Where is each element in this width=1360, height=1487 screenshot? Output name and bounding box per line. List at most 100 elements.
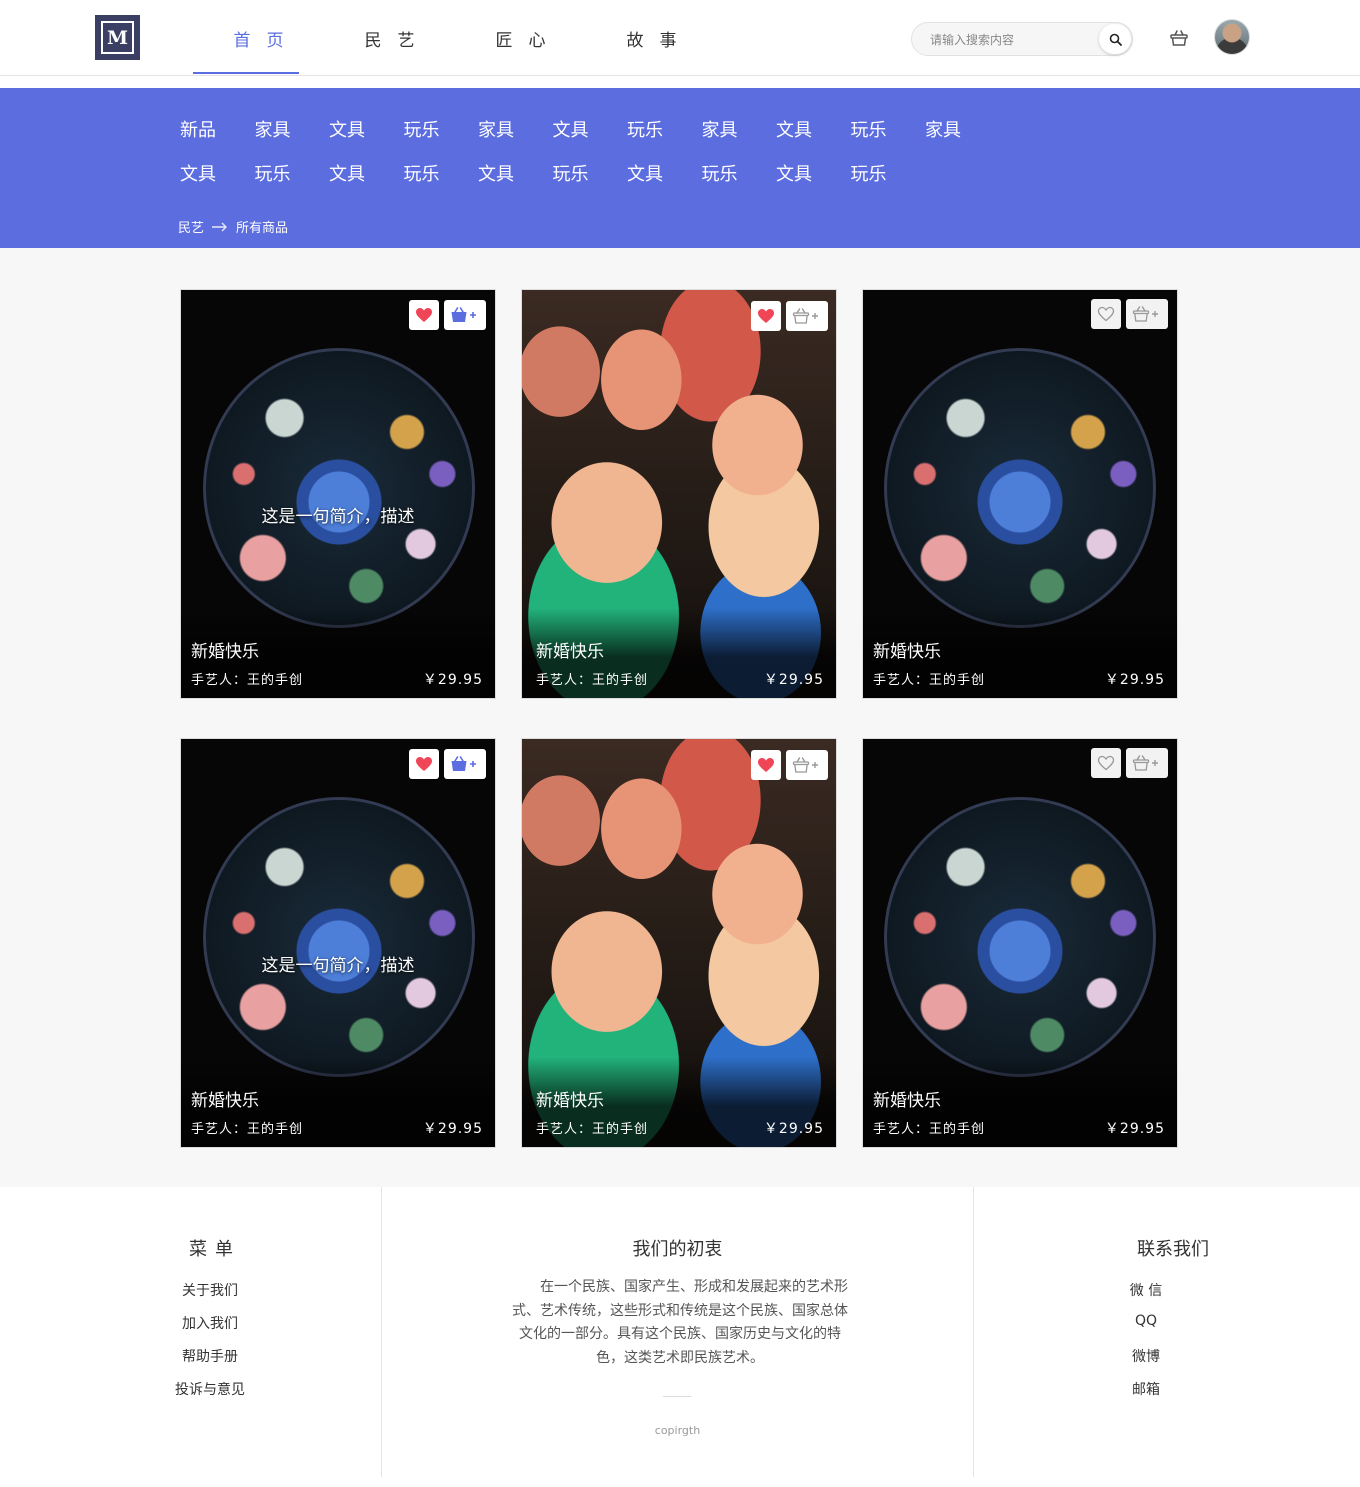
shopping-basket-button[interactable] (1168, 27, 1190, 49)
heart-filled-icon (758, 309, 774, 323)
product-card[interactable]: 这是一句简介，描述 新婚快乐 手艺人：王的手创 ￥29.95 (180, 738, 496, 1148)
add-to-cart-button[interactable] (786, 301, 828, 331)
product-card[interactable]: 新婚快乐 手艺人：王的手创 ￥29.95 (521, 289, 837, 699)
basket-plus-icon (792, 757, 818, 773)
favorite-button[interactable] (1091, 299, 1121, 329)
category-item[interactable]: 玩乐 (702, 160, 777, 186)
category-item[interactable]: 玩乐 (404, 160, 479, 186)
category-item[interactable]: 文具 (329, 160, 404, 186)
product-maker: 手艺人：王的手创 (873, 1122, 986, 1137)
product-maker: 手艺人：王的手创 (536, 1122, 649, 1137)
top-header: M 首页 民艺 匠心 故事 (0, 0, 1360, 76)
category-item[interactable]: 文具 (329, 116, 404, 142)
category-item[interactable]: 文具 (553, 116, 628, 142)
product-price: ￥29.95 (763, 1121, 824, 1137)
search-button[interactable] (1099, 24, 1131, 54)
basket-filled-plus-icon (451, 307, 476, 322)
category-item[interactable]: 玩乐 (851, 116, 926, 142)
product-name: 新婚快乐 (191, 642, 259, 662)
category-item[interactable]: 文具 (776, 160, 851, 186)
product-card[interactable]: 这是一句简介，描述 新婚快乐 手艺人：王的手创 ￥29.95 (180, 289, 496, 699)
product-blurb: 这是一句简介，描述 (261, 507, 415, 527)
arrow-right-icon (212, 222, 228, 232)
nav-stories[interactable]: 故事 (586, 0, 717, 76)
main-nav: 首页 民艺 匠心 故事 (193, 0, 717, 76)
footer-mission-title: 我们的初衷 (632, 1239, 723, 1260)
category-item[interactable]: 新品 (180, 116, 255, 142)
logo-letter: M (106, 26, 129, 49)
product-price: ￥29.95 (1104, 1121, 1165, 1137)
category-item[interactable]: 家具 (925, 116, 1000, 142)
footer-link-feedback[interactable]: 投诉与意见 (150, 1379, 270, 1412)
category-item[interactable]: 家具 (255, 116, 330, 142)
category-item[interactable]: 玩乐 (627, 116, 702, 142)
basket-filled-plus-icon (451, 756, 476, 771)
contact-wechat[interactable]: 微 信 (1106, 1280, 1186, 1313)
basket-plus-icon (1132, 755, 1158, 771)
favorite-button[interactable] (751, 301, 781, 331)
breadcrumb-root[interactable]: 民艺 (178, 217, 204, 236)
category-item[interactable]: 玩乐 (553, 160, 628, 186)
product-price: ￥29.95 (1104, 672, 1165, 688)
footer-contact-title: 联系我们 (1137, 1239, 1209, 1260)
add-to-cart-button[interactable] (444, 300, 486, 330)
search-box (911, 22, 1133, 56)
product-card[interactable]: 新婚快乐 手艺人：王的手创 ￥29.95 (862, 289, 1178, 699)
footer-link-join[interactable]: 加入我们 (150, 1313, 270, 1346)
footer-mission-column: 我们的初衷 在一个民族、国家产生、形成和发展起来的艺术形式、艺术传统，这些形式和… (382, 1187, 974, 1477)
contact-weibo[interactable]: 微博 (1106, 1346, 1186, 1379)
add-to-cart-button[interactable] (786, 750, 828, 780)
favorite-button[interactable] (1091, 748, 1121, 778)
nav-craftsmanship[interactable]: 匠心 (455, 0, 586, 76)
footer-mission-text: 在一个民族、国家产生、形成和发展起来的艺术形式、艺术传统，这些形式和传统是这个民… (512, 1279, 848, 1366)
footer-link-about[interactable]: 关于我们 (150, 1280, 270, 1313)
category-band: 新品 家具 文具 玩乐 家具 文具 玩乐 家具 文具 玩乐 家具 文具 玩乐 文… (0, 88, 1360, 248)
category-row: 新品 家具 文具 玩乐 家具 文具 玩乐 家具 文具 玩乐 家具 (180, 116, 1000, 142)
contact-email[interactable]: 邮箱 (1106, 1379, 1186, 1412)
breadcrumb-current: 所有商品 (236, 221, 289, 236)
product-card[interactable]: 新婚快乐 手艺人：王的手创 ￥29.95 (862, 738, 1178, 1148)
category-item[interactable]: 文具 (180, 160, 255, 186)
add-to-cart-button[interactable] (1126, 299, 1168, 329)
category-item[interactable]: 玩乐 (851, 160, 926, 186)
basket-icon (1170, 30, 1188, 46)
category-item[interactable]: 文具 (478, 160, 553, 186)
product-name: 新婚快乐 (191, 1091, 259, 1111)
product-maker: 手艺人：王的手创 (191, 673, 304, 688)
category-item[interactable]: 玩乐 (404, 116, 479, 142)
site-footer: 菜单 关于我们 加入我们 帮助手册 投诉与意见 我们的初衷 在一个民族、国家产生… (0, 1187, 1360, 1487)
product-price: ￥29.95 (422, 672, 483, 688)
product-price: ￥29.95 (763, 672, 824, 688)
category-item[interactable]: 玩乐 (255, 160, 330, 186)
category-row: 文具 玩乐 文具 玩乐 文具 玩乐 文具 玩乐 文具 玩乐 (180, 160, 925, 186)
product-maker: 手艺人：王的手创 (536, 673, 649, 688)
footer-contact-column: 联系我们 微 信 QQ 微博 邮箱 (974, 1187, 1360, 1477)
product-name: 新婚快乐 (536, 1091, 604, 1111)
heart-filled-icon (416, 757, 432, 771)
basket-plus-icon (1132, 306, 1158, 322)
heart-outline-icon (1097, 755, 1115, 771)
product-name: 新婚快乐 (873, 642, 941, 662)
category-item[interactable]: 文具 (627, 160, 702, 186)
footer-menu-title: 菜单 (189, 1239, 241, 1260)
search-input[interactable] (930, 30, 1095, 50)
add-to-cart-button[interactable] (444, 749, 486, 779)
search-icon (1109, 33, 1122, 46)
footer-menu-column: 菜单 关于我们 加入我们 帮助手册 投诉与意见 (0, 1187, 382, 1477)
basket-plus-icon (792, 308, 818, 324)
category-item[interactable]: 文具 (776, 116, 851, 142)
product-card[interactable]: 新婚快乐 手艺人：王的手创 ￥29.95 (521, 738, 837, 1148)
nav-folk-art[interactable]: 民艺 (324, 0, 455, 76)
nav-home[interactable]: 首页 (193, 0, 324, 76)
favorite-button[interactable] (409, 749, 439, 779)
category-item[interactable]: 家具 (702, 116, 777, 142)
user-avatar[interactable] (1214, 19, 1250, 55)
favorite-button[interactable] (409, 300, 439, 330)
footer-link-help[interactable]: 帮助手册 (150, 1346, 270, 1379)
category-item[interactable]: 家具 (478, 116, 553, 142)
footer-menu-list: 关于我们 加入我们 帮助手册 投诉与意见 (150, 1280, 270, 1412)
contact-qq[interactable]: QQ (1106, 1313, 1186, 1346)
add-to-cart-button[interactable] (1126, 748, 1168, 778)
favorite-button[interactable] (751, 750, 781, 780)
site-logo[interactable]: M (95, 15, 140, 60)
